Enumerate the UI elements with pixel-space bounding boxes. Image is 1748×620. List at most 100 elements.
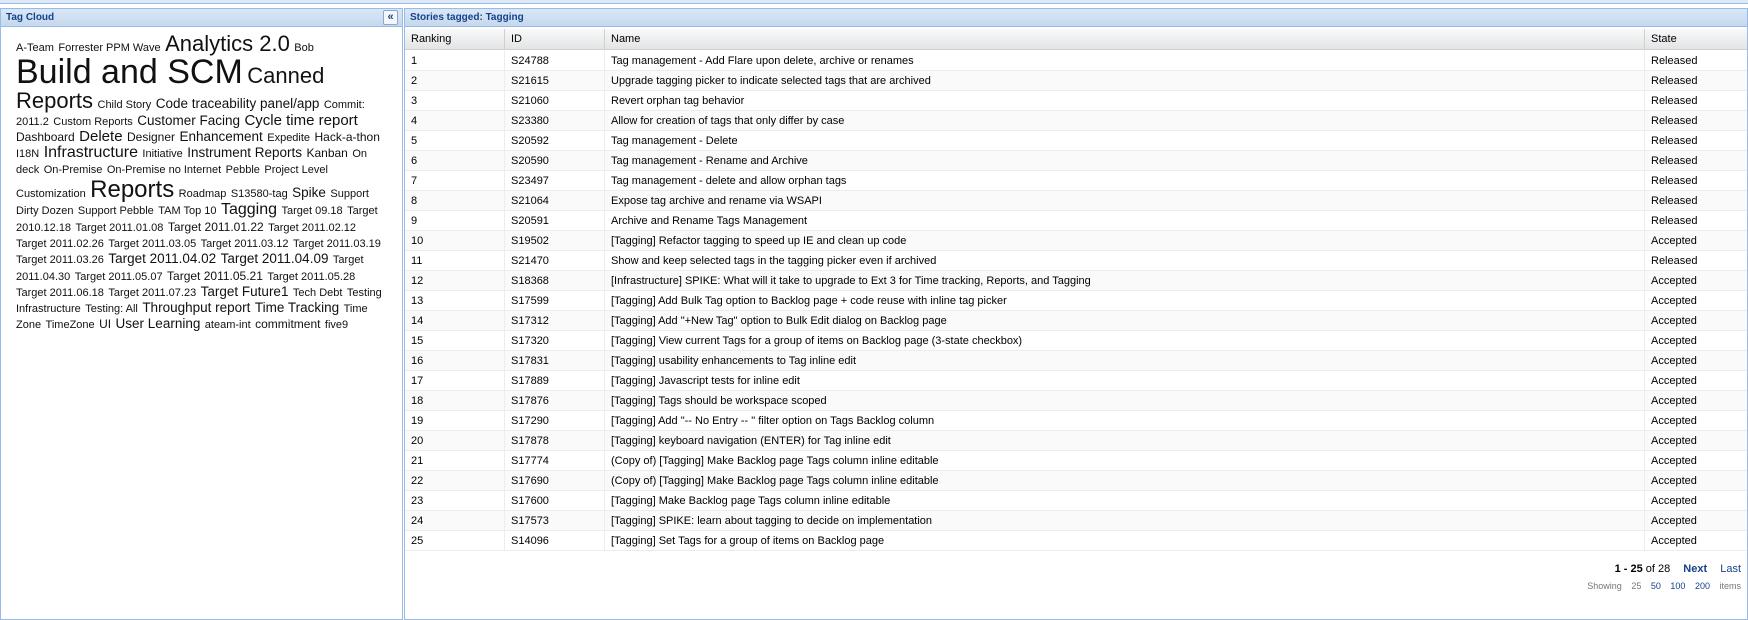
table-row[interactable]: 12 S18368 [Infrastructure] SPIKE: What wil…: [405, 271, 1747, 291]
tag-link[interactable]: Pebble: [226, 164, 260, 176]
tag-link[interactable]: UI: [99, 317, 111, 331]
table-row[interactable]: 2 S21615 Upgrade tagging picker to indicat…: [405, 71, 1747, 91]
table-row[interactable]: 14 S17312 [Tagging] Add "+New Tag" option …: [405, 311, 1747, 331]
tag-link[interactable]: S13580-tag: [231, 188, 288, 200]
tag-link[interactable]: Customer Facing: [137, 113, 240, 128]
cell-name: [Tagging] Tags should be workspace scope…: [605, 391, 1645, 410]
last-page-link[interactable]: Last: [1720, 563, 1741, 575]
page-size-50[interactable]: 50: [1651, 581, 1661, 591]
column-header-name[interactable]: Name: [605, 29, 1645, 49]
tag-link[interactable]: Target 2011.03.26: [16, 254, 104, 266]
table-row[interactable]: 5 S20592 Tag management - Delete Released: [405, 131, 1747, 151]
tag-link[interactable]: On-Premise: [44, 164, 103, 176]
next-page-link[interactable]: Next: [1683, 563, 1707, 575]
table-row[interactable]: 3 S21060 Revert orphan tag behavior Release…: [405, 91, 1747, 111]
cell-state: Released: [1651, 215, 1698, 227]
table-row[interactable]: 1 S24788 Tag management - Add Flare upon d…: [405, 51, 1747, 71]
tag-link[interactable]: Cycle time report: [244, 112, 357, 129]
tag-link[interactable]: Dashboard: [16, 130, 75, 144]
table-row[interactable]: 13 S17599 [Tagging] Add Bulk Tag option to…: [405, 291, 1747, 311]
tag-link[interactable]: Expedite: [267, 132, 310, 144]
cell-id: S17831: [505, 351, 605, 370]
tag-link[interactable]: Reports: [90, 176, 174, 203]
table-row[interactable]: 19 S17290 [Tagging] Add "-- No Entry -- " …: [405, 411, 1747, 431]
tag-link[interactable]: ateam-int: [205, 319, 251, 331]
table-row[interactable]: 17 S17889 [Tagging] Javascript tests for i…: [405, 371, 1747, 391]
tag-link[interactable]: Child Story: [98, 99, 152, 111]
column-header-id[interactable]: ID: [505, 29, 605, 49]
collapse-left-icon[interactable]: «: [383, 10, 398, 25]
table-row[interactable]: 8 S21064 Expose tag archive and rename via…: [405, 191, 1747, 211]
tag-link[interactable]: Target 2011.01.22: [168, 220, 264, 234]
page-size-100[interactable]: 100: [1670, 581, 1685, 591]
tag-link[interactable]: Target 2011.05.28: [267, 271, 355, 283]
table-row[interactable]: 20 S17878 [Tagging] keyboard navigation (E…: [405, 431, 1747, 451]
page-size-200[interactable]: 200: [1695, 581, 1710, 591]
tag-link[interactable]: Support Pebble: [78, 205, 154, 217]
table-row[interactable]: 11 S21470 Show and keep selected tags in t…: [405, 251, 1747, 271]
cell-name: Expose tag archive and rename via WSAPI: [605, 191, 1645, 210]
tag-link[interactable]: Target 2011.03.19: [293, 238, 381, 250]
tag-link[interactable]: Delete: [79, 128, 122, 145]
table-row[interactable]: 6 S20590 Tag management - Rename and Archi…: [405, 151, 1747, 171]
tag-link[interactable]: A-Team: [16, 42, 54, 54]
tag-link[interactable]: Target 2011.07.23: [108, 287, 196, 299]
column-header-state[interactable]: State: [1645, 29, 1747, 49]
tag-link[interactable]: Kanban: [306, 146, 347, 160]
tag-link[interactable]: Target Future1: [201, 284, 289, 299]
table-row[interactable]: 18 S17876 [Tagging] Tags should be workspa…: [405, 391, 1747, 411]
tag-link[interactable]: I18N: [16, 148, 39, 160]
cell-ranking: 20: [405, 431, 505, 450]
tag-link[interactable]: Testing: All: [85, 303, 138, 315]
tag-link[interactable]: Tech Debt: [293, 287, 343, 299]
tag-link[interactable]: Initiative: [142, 148, 182, 160]
tag-link[interactable]: Throughput report: [142, 300, 250, 315]
table-row[interactable]: 4 S23380 Allow for creation of tags that o…: [405, 111, 1747, 131]
tag-link[interactable]: TAM Top 10: [158, 205, 216, 217]
table-row[interactable]: 25 S14096 [Tagging] Set Tags for a group o…: [405, 531, 1747, 551]
table-row[interactable]: 24 S17573 [Tagging] SPIKE: learn about tag…: [405, 511, 1747, 531]
tag-link[interactable]: Hack-a-thon: [315, 130, 380, 144]
table-row[interactable]: 7 S23497 Tag management - delete and allow…: [405, 171, 1747, 191]
tag-link[interactable]: Time Tracking: [255, 300, 339, 315]
cell-state: Accepted: [1651, 435, 1697, 447]
tag-link[interactable]: Roadmap: [179, 188, 227, 200]
table-row[interactable]: 9 S20591 Archive and Rename Tags Managemen…: [405, 211, 1747, 231]
tag-link[interactable]: Enhancement: [179, 129, 262, 144]
table-row[interactable]: 15 S17320 [Tagging] View current Tags for …: [405, 331, 1747, 351]
tag-link[interactable]: Target 2011.05.07: [75, 271, 163, 283]
tag-link[interactable]: Instrument Reports: [187, 145, 302, 160]
tag-link[interactable]: Target 2011.03.05: [108, 238, 196, 250]
table-row[interactable]: 16 S17831 [Tagging] usability enhancements…: [405, 351, 1747, 371]
tag-link[interactable]: Infrastructure: [44, 144, 138, 161]
tag-link[interactable]: Target 09.18: [281, 205, 342, 217]
tag-link[interactable]: Spike: [292, 185, 326, 200]
table-row[interactable]: 10 S19502 [Tagging] Refactor tagging to sp…: [405, 231, 1747, 251]
tag-link[interactable]: Target 2011.03.12: [201, 238, 289, 250]
tag-link[interactable]: Analytics 2.0: [165, 31, 290, 56]
tag-link[interactable]: Target 2011.01.08: [76, 222, 164, 234]
tag-link[interactable]: Target 2011.04.09: [221, 251, 329, 266]
tag-link[interactable]: Target 2011.05.21: [167, 269, 263, 283]
tag-link[interactable]: Code traceability panel/app: [156, 96, 320, 111]
tag-link[interactable]: five9: [325, 319, 348, 331]
tag-link[interactable]: Build and SCM: [16, 53, 243, 91]
column-header-ranking[interactable]: Ranking: [405, 29, 505, 49]
tag-link[interactable]: Target 2011.06.18: [16, 287, 104, 299]
tag-link[interactable]: Tagging: [221, 201, 277, 218]
table-row[interactable]: 22 S17690 (Copy of) [Tagging] Make Backlog…: [405, 471, 1747, 491]
showing-label: Showing: [1587, 581, 1622, 591]
table-row[interactable]: 21 S17774 (Copy of) [Tagging] Make Backlog…: [405, 451, 1747, 471]
tag-link[interactable]: User Learning: [116, 316, 201, 331]
tag-link[interactable]: Target 2011.02.26: [16, 238, 104, 250]
tag-link[interactable]: Custom Reports: [53, 116, 132, 128]
tag-link[interactable]: On-Premise no Internet: [107, 164, 221, 176]
tag-link[interactable]: Target 2011.02.12: [268, 222, 356, 234]
tag-link[interactable]: TimeZone: [46, 319, 95, 331]
tag-link[interactable]: Designer: [127, 130, 175, 144]
tag-link[interactable]: commitment: [255, 317, 320, 331]
table-row[interactable]: 23 S17600 [Tagging] Make Backlog page Tags…: [405, 491, 1747, 511]
tag-link[interactable]: Bob: [294, 42, 314, 54]
tag-link[interactable]: Forrester PPM Wave: [58, 42, 160, 54]
tag-link[interactable]: Target 2011.04.02: [108, 251, 216, 266]
